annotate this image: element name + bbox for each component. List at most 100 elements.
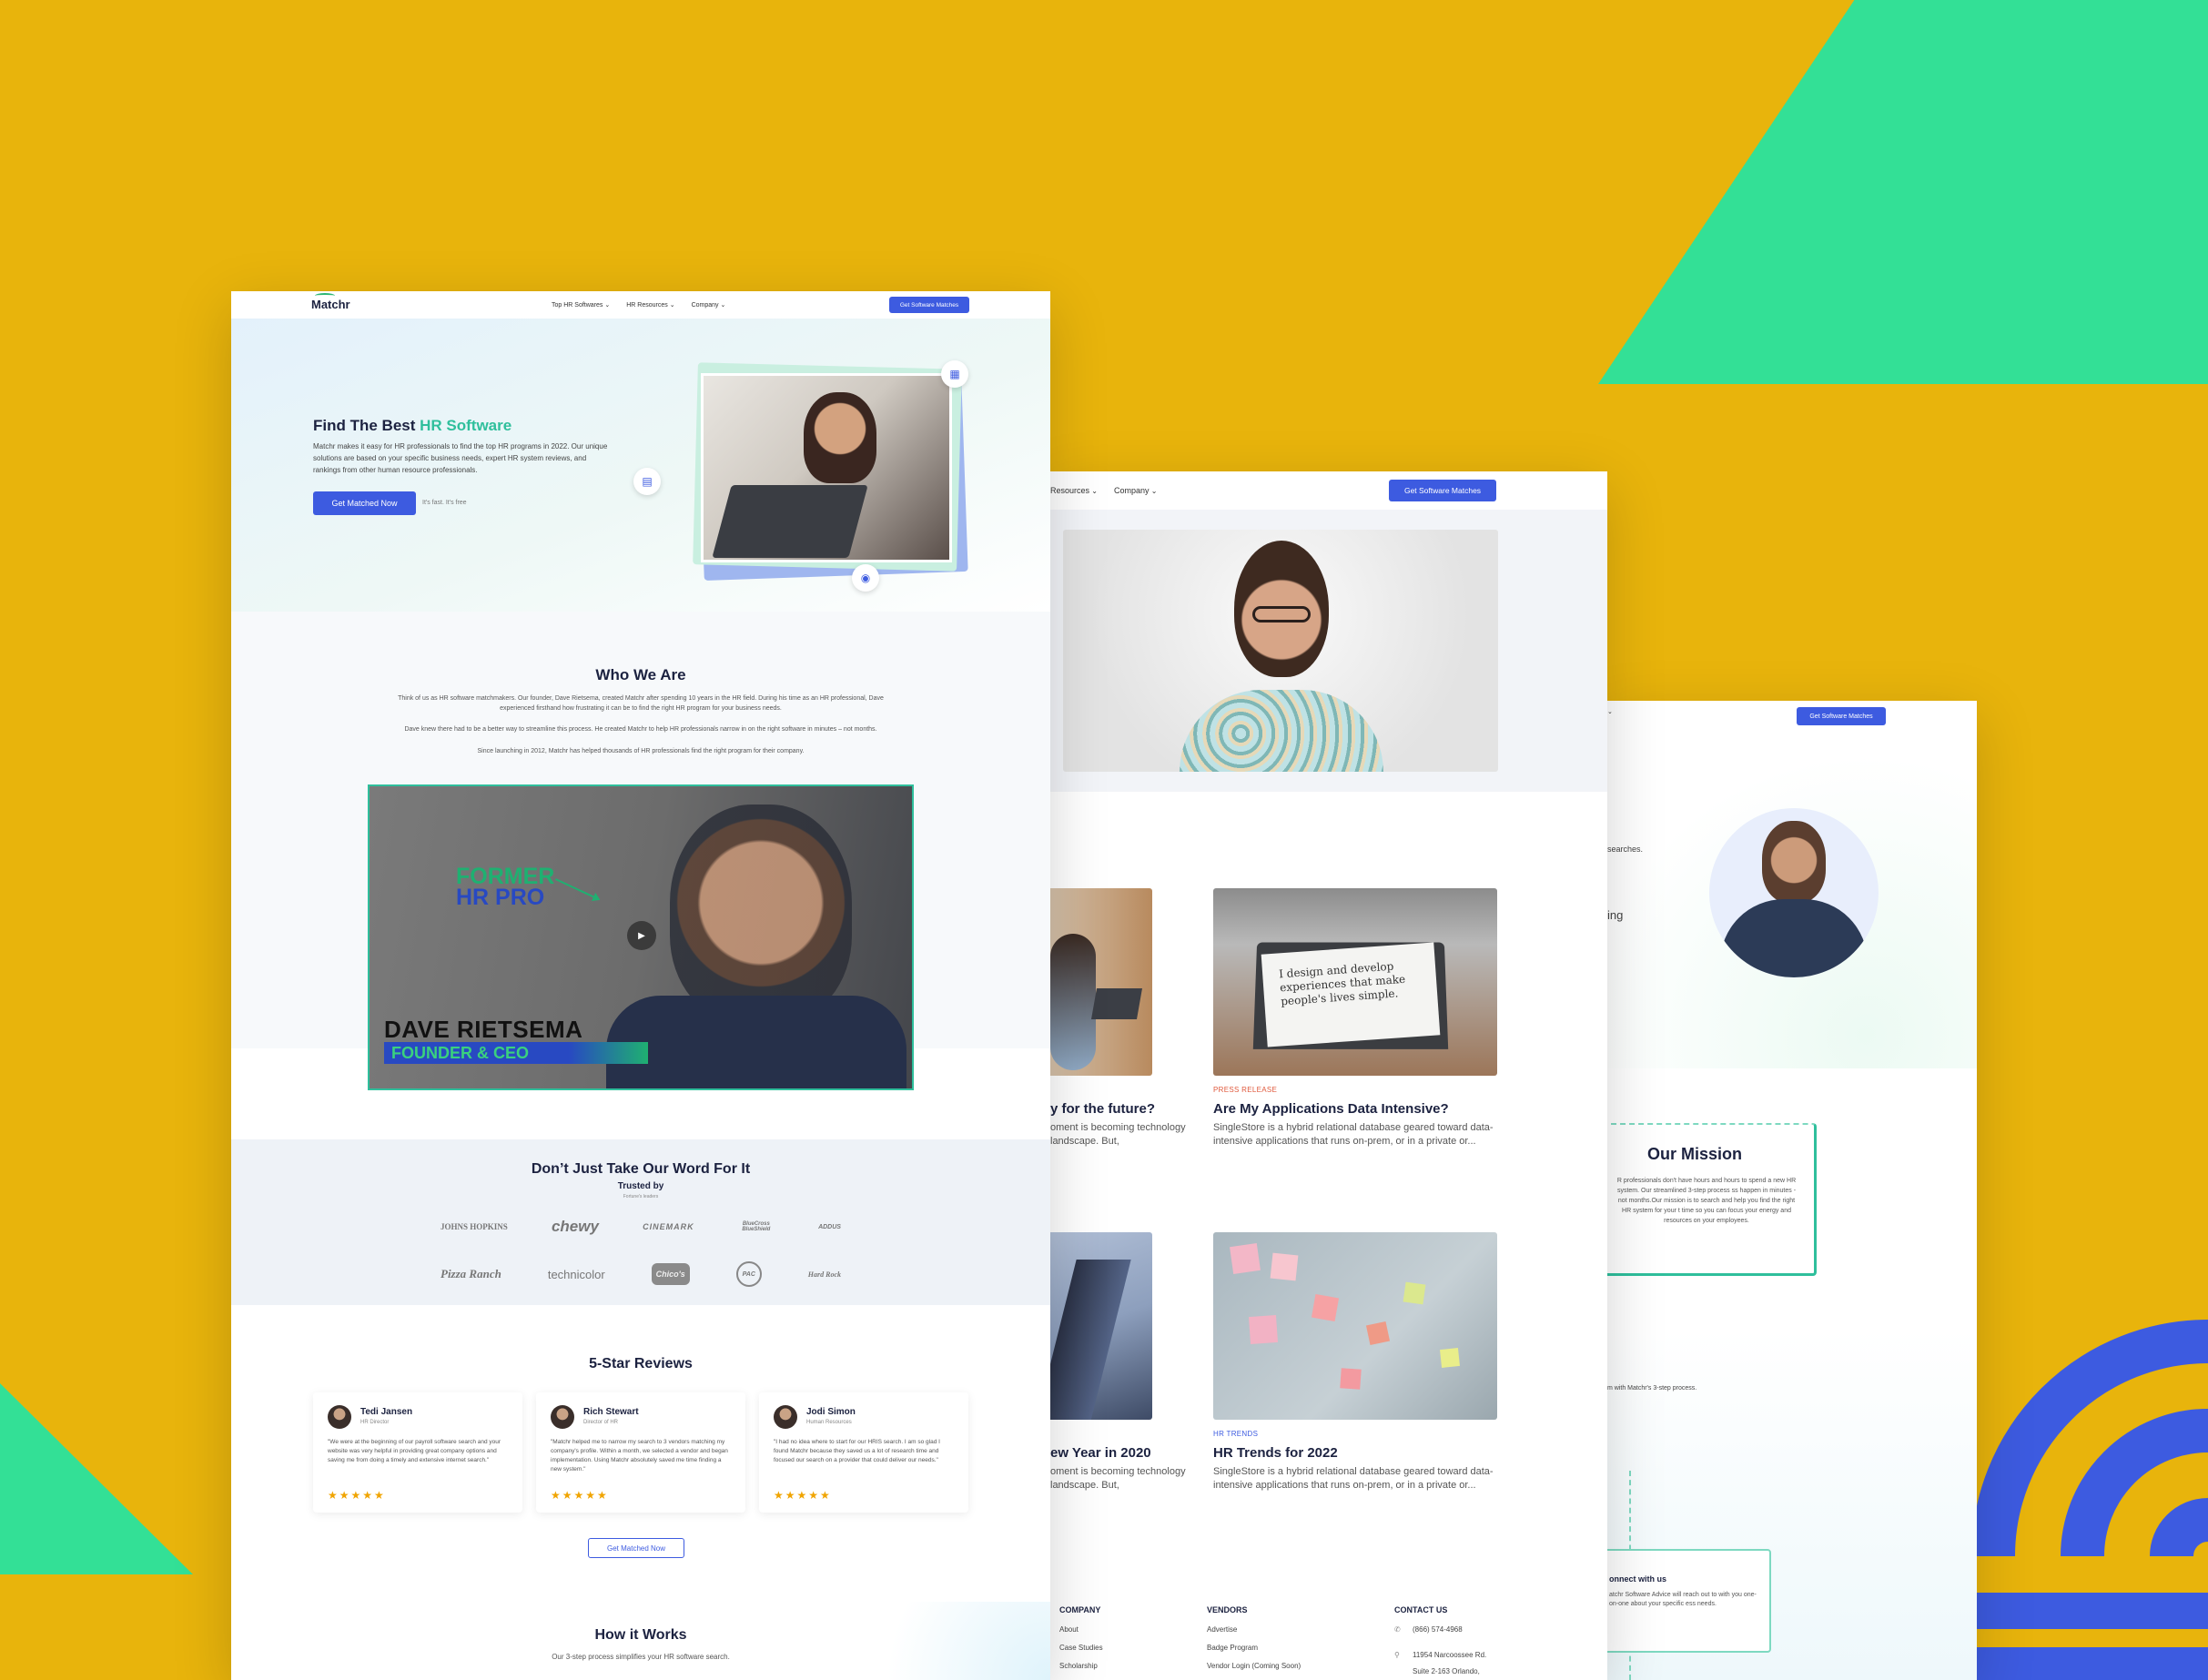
post-tag: PRESS RELEASE bbox=[1213, 1086, 1278, 1094]
avatar bbox=[328, 1405, 351, 1429]
footer-heading: COMPANY bbox=[1059, 1605, 1101, 1614]
client-logo-pizza-ranch: Pizza Ranch bbox=[441, 1267, 501, 1280]
clipboard-badge-icon: ▤ bbox=[633, 468, 661, 495]
client-logo-johns-hopkins: JOHNS HOPKINS bbox=[441, 1222, 508, 1231]
review-card: Jodi Simon Human Resources "I had no ide… bbox=[759, 1392, 968, 1513]
get-software-matches-button[interactable]: Get Software Matches bbox=[889, 297, 969, 313]
blog-post-image[interactable] bbox=[1050, 1232, 1152, 1420]
footer-link[interactable]: Vendor Login (Coming Soon) bbox=[1207, 1662, 1301, 1670]
star-rating: ★★★★★ bbox=[328, 1489, 386, 1502]
blog-post-title[interactable]: y for the future? bbox=[1050, 1101, 1155, 1117]
who-paragraph: Since launching in 2012, Matchr has help… bbox=[477, 748, 805, 754]
video-overlay-text: FORMER HR PRO bbox=[456, 864, 555, 910]
hero-text-fragment: ing bbox=[1607, 908, 1624, 922]
get-software-matches-button[interactable]: Get Software Matches bbox=[1797, 707, 1886, 725]
navbar: Resources Company Get Software Matches bbox=[1050, 471, 1607, 510]
phone-icon: ✆ bbox=[1394, 1625, 1401, 1634]
location-pin-icon: ⚲ bbox=[1394, 1651, 1400, 1659]
navbar: ⌄ Get Software Matches bbox=[1607, 701, 1977, 728]
star-rating: ★★★★★ bbox=[774, 1489, 832, 1502]
process-text: m with Matchr's 3-step process. bbox=[1607, 1385, 1697, 1392]
blog-post-excerpt: SingleStore is a hybrid relational datab… bbox=[1213, 1122, 1494, 1147]
hero-title: Find The Best HR Software bbox=[313, 417, 512, 434]
client-logo-addus: ADDUS bbox=[818, 1223, 841, 1230]
nav-link-resources[interactable]: Resources bbox=[1050, 486, 1098, 495]
play-icon[interactable]: ▶ bbox=[627, 921, 656, 950]
footer-link[interactable]: Scholarship bbox=[1059, 1662, 1098, 1670]
footer-link[interactable]: Badge Program bbox=[1207, 1644, 1258, 1652]
get-matched-now-button[interactable]: Get Matched Now bbox=[313, 491, 416, 515]
hero-lead: Matchr makes it easy for HR professional… bbox=[313, 442, 608, 474]
client-logos-row: JOHNS HOPKINS chewy CINEMARK BlueCross B… bbox=[441, 1218, 841, 1236]
blog-post-image[interactable] bbox=[1213, 1232, 1497, 1420]
get-software-matches-button[interactable]: Get Software Matches bbox=[1389, 480, 1496, 501]
section-title: Don’t Just Take Our Word For It bbox=[531, 1161, 751, 1177]
matchr-logo[interactable]: Matchr bbox=[311, 293, 350, 311]
who-paragraph: Dave knew there had to be a better way t… bbox=[404, 726, 877, 733]
trusted-subtitle: Trusted by bbox=[617, 1181, 664, 1191]
blog-post-excerpt: SingleStore is a hybrid relational datab… bbox=[1213, 1466, 1494, 1491]
post-tag: HR TRENDS bbox=[1213, 1430, 1259, 1438]
review-card: Tedi Jansen HR Director "We were at the … bbox=[313, 1392, 522, 1513]
star-rating: ★★★★★ bbox=[551, 1489, 609, 1502]
footer-link[interactable]: About bbox=[1059, 1625, 1079, 1634]
client-logo-technicolor: technicolor bbox=[547, 1267, 605, 1281]
footer-link[interactable]: Advertise bbox=[1207, 1625, 1237, 1634]
contact-phone[interactable]: (866) 574-4968 bbox=[1413, 1625, 1463, 1634]
client-logo-chewy: chewy bbox=[551, 1218, 599, 1235]
hero-section: Find The Best HR Software Matchr makes i… bbox=[231, 319, 1050, 612]
trusted-by-section: Don’t Just Take Our Word For It Trusted … bbox=[231, 1139, 1050, 1305]
nav-links: Top HR Softwares HR Resources Company bbox=[552, 301, 725, 309]
laptop-screen-text: I design and develop experiences that ma… bbox=[1261, 942, 1441, 1047]
about-page-preview: ⌄ Get Software Matches searches. ing Our… bbox=[1607, 701, 1977, 1680]
get-matched-now-outline-button[interactable]: Get Matched Now bbox=[588, 1538, 684, 1558]
blog-post-title[interactable]: Are My Applications Data Intensive? bbox=[1213, 1101, 1449, 1117]
footer-heading: VENDORS bbox=[1207, 1605, 1248, 1614]
green-triangle-bottom-left bbox=[0, 1383, 193, 1574]
footer-link[interactable]: Case Studies bbox=[1059, 1644, 1103, 1652]
how-it-works-subtitle: Our 3-step process simplifies your HR so… bbox=[552, 1653, 730, 1661]
mission-text: R professionals don't have hours and hou… bbox=[1616, 1178, 1797, 1224]
nav-links: Resources Company bbox=[1050, 486, 1157, 495]
chat-badge-icon: ◉ bbox=[852, 564, 879, 592]
avatar bbox=[774, 1405, 797, 1429]
client-logo-hard-rock: Hard Rock bbox=[807, 1270, 841, 1279]
section-title: 5-Star Reviews bbox=[589, 1356, 693, 1371]
arrow-icon bbox=[555, 878, 599, 900]
hero-portrait-image bbox=[1063, 530, 1498, 772]
mission-card: Our Mission R professionals don't have h… bbox=[1607, 1123, 1817, 1276]
client-logo-bluecross: BlueCross BlueShield bbox=[742, 1221, 771, 1232]
connect-text: atchr Software Advice will reach out to … bbox=[1609, 1592, 1757, 1607]
who-paragraph: Think of us as HR software matchmakers. … bbox=[398, 695, 884, 712]
client-logo-cinemark: CINEMARK bbox=[643, 1222, 694, 1231]
blog-post-image[interactable] bbox=[1050, 888, 1152, 1076]
nav-link-company[interactable]: Company bbox=[692, 301, 726, 309]
nav-link-hr-resources[interactable]: HR Resources bbox=[626, 301, 674, 309]
nav-link-top-hr-softwares[interactable]: Top HR Softwares bbox=[552, 301, 610, 309]
chevron-down-icon: ⌄ bbox=[1607, 709, 1613, 715]
home-page-preview: Matchr Top HR Softwares HR Resources Com… bbox=[231, 291, 1050, 1680]
blog-post-image[interactable]: I design and develop experiences that ma… bbox=[1213, 888, 1497, 1076]
avatar bbox=[551, 1405, 574, 1429]
reviewer-role: HR Director bbox=[360, 1420, 390, 1425]
nav-link-company[interactable]: Company bbox=[1114, 486, 1157, 495]
navbar: Matchr Top HR Softwares HR Resources Com… bbox=[231, 291, 1050, 319]
client-logo-pac: PAC bbox=[735, 1261, 762, 1287]
blog-post-title[interactable]: ew Year in 2020 bbox=[1050, 1445, 1151, 1461]
client-logo-chicos: Chico's bbox=[651, 1263, 690, 1285]
blog-post-excerpt: oment is becoming technology landscape. … bbox=[1050, 1466, 1186, 1491]
blog-post-excerpt: oment is becoming technology landscape. … bbox=[1050, 1122, 1186, 1147]
document-badge-icon: ▦ bbox=[941, 360, 968, 388]
reviews-section: 5-Star Reviews Tedi Jansen HR Director "… bbox=[231, 1305, 1050, 1605]
cta-note: It's fast. It's free bbox=[422, 500, 467, 506]
section-title: Who We Are bbox=[595, 666, 686, 683]
founder-avatar bbox=[1709, 808, 1879, 977]
footer-heading: CONTACT US bbox=[1394, 1605, 1448, 1614]
blog-post-title[interactable]: HR Trends for 2022 bbox=[1213, 1445, 1338, 1461]
reviewer-name: Rich Stewart bbox=[583, 1407, 639, 1417]
founder-video[interactable]: FORMER HR PRO ▶ DAVE RIETSEMA FOUNDER & … bbox=[368, 784, 914, 1090]
blue-arcs-decoration bbox=[1971, 1320, 2208, 1680]
contact-address-line1: 11954 Narcoossee Rd. bbox=[1413, 1651, 1487, 1659]
logo-swoosh-icon bbox=[315, 293, 335, 299]
reviewer-role: Director of HR bbox=[583, 1420, 619, 1425]
